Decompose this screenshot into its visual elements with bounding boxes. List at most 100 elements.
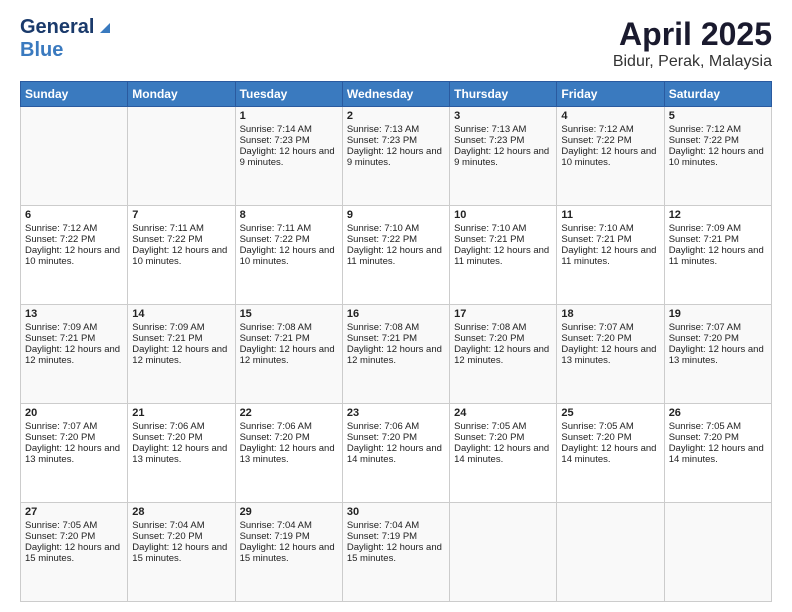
sunset-text: Sunset: 7:21 PM	[240, 333, 310, 344]
sunrise-text: Sunrise: 7:13 AM	[347, 124, 419, 135]
sunrise-text: Sunrise: 7:06 AM	[132, 421, 204, 432]
table-row: 25Sunrise: 7:05 AMSunset: 7:20 PMDayligh…	[557, 404, 664, 503]
daylight-text: Daylight: 12 hours and 13 minutes.	[240, 443, 335, 465]
table-row: 2 Sunrise: 7:13 AMSunset: 7:23 PMDaylight…	[342, 107, 449, 206]
day-number: 7	[132, 209, 230, 221]
col-monday: Monday	[128, 82, 235, 107]
calendar-table: Sunday Monday Tuesday Wednesday Thursday…	[20, 81, 772, 602]
sunset-text: Sunset: 7:21 PM	[454, 234, 524, 245]
day-number: 28	[132, 506, 230, 518]
table-row: 19Sunrise: 7:07 AMSunset: 7:20 PMDayligh…	[664, 305, 771, 404]
sunrise-text: Sunrise: 7:08 AM	[454, 322, 526, 333]
calendar-week-row: 20Sunrise: 7:07 AMSunset: 7:20 PMDayligh…	[21, 404, 772, 503]
daylight-text: Daylight: 12 hours and 12 minutes.	[240, 344, 335, 366]
sunrise-text: Sunrise: 7:05 AM	[25, 520, 97, 531]
sunrise-text: Sunrise: 7:12 AM	[669, 124, 741, 135]
day-number: 21	[132, 407, 230, 419]
table-row	[557, 503, 664, 602]
sunset-text: Sunset: 7:20 PM	[347, 432, 417, 443]
table-row: 18Sunrise: 7:07 AMSunset: 7:20 PMDayligh…	[557, 305, 664, 404]
daylight-text: Daylight: 12 hours and 9 minutes.	[240, 146, 335, 168]
table-row: 30Sunrise: 7:04 AMSunset: 7:19 PMDayligh…	[342, 503, 449, 602]
table-row: 14Sunrise: 7:09 AMSunset: 7:21 PMDayligh…	[128, 305, 235, 404]
daylight-text: Daylight: 12 hours and 11 minutes.	[669, 245, 764, 267]
day-number: 26	[669, 407, 767, 419]
day-number: 30	[347, 506, 445, 518]
daylight-text: Daylight: 12 hours and 12 minutes.	[132, 344, 227, 366]
sunset-text: Sunset: 7:20 PM	[669, 432, 739, 443]
title-block: April 2025 Bidur, Perak, Malaysia	[613, 16, 772, 71]
sunset-text: Sunset: 7:19 PM	[347, 531, 417, 542]
calendar-header-row: Sunday Monday Tuesday Wednesday Thursday…	[21, 82, 772, 107]
day-number: 5	[669, 110, 767, 122]
sunset-text: Sunset: 7:23 PM	[240, 135, 310, 146]
sunrise-text: Sunrise: 7:10 AM	[454, 223, 526, 234]
daylight-text: Daylight: 12 hours and 10 minutes.	[240, 245, 335, 267]
daylight-text: Daylight: 12 hours and 12 minutes.	[454, 344, 549, 366]
daylight-text: Daylight: 12 hours and 11 minutes.	[561, 245, 656, 267]
daylight-text: Daylight: 12 hours and 13 minutes.	[669, 344, 764, 366]
sunrise-text: Sunrise: 7:14 AM	[240, 124, 312, 135]
sunset-text: Sunset: 7:20 PM	[669, 333, 739, 344]
day-number: 29	[240, 506, 338, 518]
day-number: 3	[454, 110, 552, 122]
sunset-text: Sunset: 7:20 PM	[454, 333, 524, 344]
sunset-text: Sunset: 7:23 PM	[347, 135, 417, 146]
table-row: 26Sunrise: 7:05 AMSunset: 7:20 PMDayligh…	[664, 404, 771, 503]
day-number: 22	[240, 407, 338, 419]
table-row	[128, 107, 235, 206]
sunrise-text: Sunrise: 7:05 AM	[561, 421, 633, 432]
table-row: 27Sunrise: 7:05 AMSunset: 7:20 PMDayligh…	[21, 503, 128, 602]
sunset-text: Sunset: 7:20 PM	[25, 531, 95, 542]
table-row: 17Sunrise: 7:08 AMSunset: 7:20 PMDayligh…	[450, 305, 557, 404]
sunrise-text: Sunrise: 7:07 AM	[561, 322, 633, 333]
sunset-text: Sunset: 7:21 PM	[132, 333, 202, 344]
sunset-text: Sunset: 7:20 PM	[132, 531, 202, 542]
logo-triangle-icon	[96, 19, 112, 35]
table-row: 10Sunrise: 7:10 AMSunset: 7:21 PMDayligh…	[450, 206, 557, 305]
table-row: 8Sunrise: 7:11 AMSunset: 7:22 PMDaylight…	[235, 206, 342, 305]
day-number: 1	[240, 110, 338, 122]
col-tuesday: Tuesday	[235, 82, 342, 107]
table-row: 4Sunrise: 7:12 AMSunset: 7:22 PMDaylight…	[557, 107, 664, 206]
sunset-text: Sunset: 7:19 PM	[240, 531, 310, 542]
calendar-subtitle: Bidur, Perak, Malaysia	[613, 53, 772, 71]
day-number: 15	[240, 308, 338, 320]
sunrise-text: Sunrise: 7:08 AM	[347, 322, 419, 333]
daylight-text: Daylight: 12 hours and 10 minutes.	[25, 245, 120, 267]
daylight-text: Daylight: 12 hours and 11 minutes.	[347, 245, 442, 267]
day-number: 16	[347, 308, 445, 320]
sunset-text: Sunset: 7:20 PM	[240, 432, 310, 443]
col-saturday: Saturday	[664, 82, 771, 107]
table-row: 20Sunrise: 7:07 AMSunset: 7:20 PMDayligh…	[21, 404, 128, 503]
table-row: 11Sunrise: 7:10 AMSunset: 7:21 PMDayligh…	[557, 206, 664, 305]
table-row	[450, 503, 557, 602]
table-row: 3Sunrise: 7:13 AMSunset: 7:23 PMDaylight…	[450, 107, 557, 206]
sunrise-text: Sunrise: 7:09 AM	[669, 223, 741, 234]
col-wednesday: Wednesday	[342, 82, 449, 107]
calendar-week-row: 13Sunrise: 7:09 AMSunset: 7:21 PMDayligh…	[21, 305, 772, 404]
daylight-text: Daylight: 12 hours and 15 minutes.	[132, 542, 227, 564]
table-row: 15Sunrise: 7:08 AMSunset: 7:21 PMDayligh…	[235, 305, 342, 404]
day-number: 11	[561, 209, 659, 221]
table-row: 7Sunrise: 7:11 AMSunset: 7:22 PMDaylight…	[128, 206, 235, 305]
day-number: 14	[132, 308, 230, 320]
sunset-text: Sunset: 7:23 PM	[454, 135, 524, 146]
daylight-text: Daylight: 12 hours and 10 minutes.	[561, 146, 656, 168]
daylight-text: Daylight: 12 hours and 14 minutes.	[454, 443, 549, 465]
table-row: 29Sunrise: 7:04 AMSunset: 7:19 PMDayligh…	[235, 503, 342, 602]
daylight-text: Daylight: 12 hours and 13 minutes.	[561, 344, 656, 366]
day-number: 2	[347, 110, 445, 122]
col-sunday: Sunday	[21, 82, 128, 107]
header: General Blue April 2025 Bidur, Perak, Ma…	[20, 16, 772, 71]
daylight-text: Daylight: 12 hours and 14 minutes.	[669, 443, 764, 465]
table-row: 9Sunrise: 7:10 AMSunset: 7:22 PMDaylight…	[342, 206, 449, 305]
table-row: 1 Sunrise: 7:14 AMSunset: 7:23 PMDaylight…	[235, 107, 342, 206]
calendar-week-row: 1Sunrise: 7:14 AMSunset: 7:23 PMDaylight…	[21, 107, 772, 206]
day-number: 8	[240, 209, 338, 221]
day-number: 20	[25, 407, 123, 419]
daylight-text: Daylight: 12 hours and 9 minutes.	[347, 146, 442, 168]
day-number: 6	[25, 209, 123, 221]
sunrise-text: Sunrise: 7:12 AM	[561, 124, 633, 135]
sunrise-text: Sunrise: 7:07 AM	[25, 421, 97, 432]
